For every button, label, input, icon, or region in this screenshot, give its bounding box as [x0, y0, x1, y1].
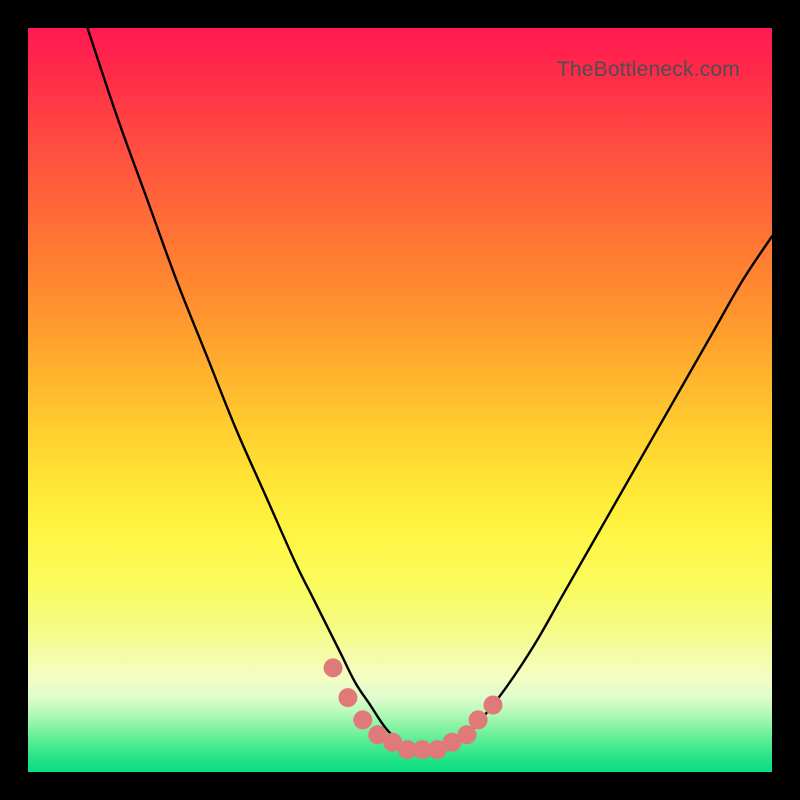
- chart-svg: [28, 28, 772, 772]
- watermark-text: TheBottleneck.com: [557, 58, 740, 82]
- highlight-marker: [484, 696, 503, 715]
- highlight-marker: [469, 710, 488, 729]
- highlight-marker: [338, 688, 357, 707]
- plot-area: TheBottleneck.com: [28, 28, 772, 772]
- highlight-marker: [353, 710, 372, 729]
- chart-frame: TheBottleneck.com: [0, 0, 800, 800]
- curve-line: [88, 28, 772, 750]
- highlight-marker: [324, 658, 343, 677]
